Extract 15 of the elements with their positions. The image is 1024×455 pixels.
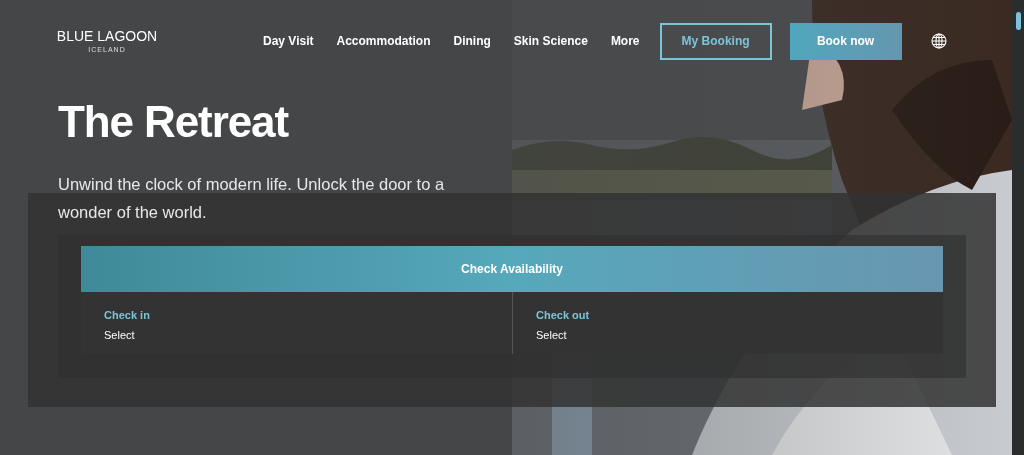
nav-link[interactable]: More [610, 32, 640, 50]
logo-text[interactable]: BLUE LAGOON [56, 29, 158, 43]
nav-link[interactable]: Day Visit [263, 32, 314, 50]
page-title: The Retreat [58, 100, 290, 144]
field-label: Check in [104, 308, 150, 322]
nav-link[interactable]: Accommodation [336, 32, 431, 50]
field-value: Select [536, 328, 567, 342]
nav-link[interactable]: Dining [453, 32, 491, 50]
field-value: Select [104, 328, 135, 342]
date-field[interactable]: Check in Select [81, 292, 512, 354]
date-field[interactable]: Check out Select [512, 292, 943, 354]
field-label: Check out [536, 308, 590, 322]
nav-link[interactable]: Skin Science [513, 32, 588, 50]
my-booking-button[interactable]: My Booking [659, 22, 772, 60]
hero-subtitle: Unwind the clock of modern life. Unlock the door to a wonder of the world. [58, 174, 446, 223]
